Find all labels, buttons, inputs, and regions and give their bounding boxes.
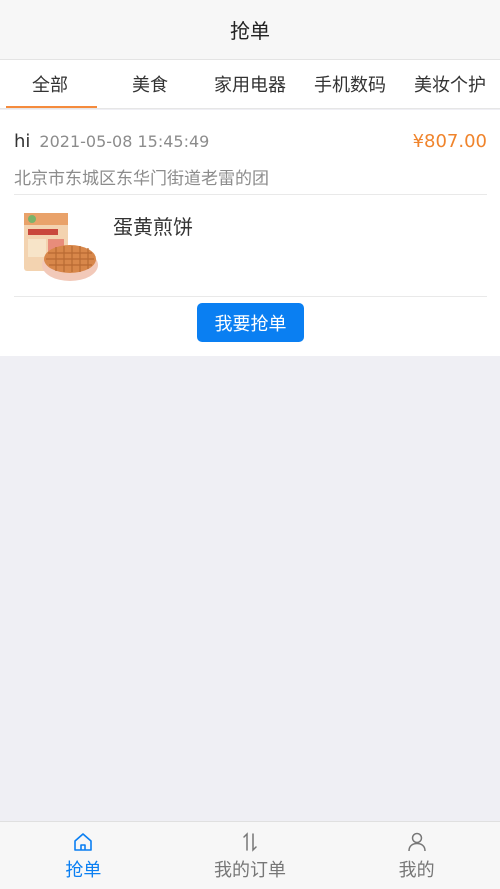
tabbar-item-my-orders[interactable]: 我的订单: [167, 822, 334, 889]
tab-label: 全部: [32, 75, 68, 96]
tab-beauty[interactable]: 美妆个护: [400, 60, 500, 108]
tabbar-item-grab[interactable]: 抢单: [0, 822, 167, 889]
user-icon: [405, 830, 429, 854]
category-tabs: 全部 美食 家用电器 手机数码 美妆个护: [0, 60, 500, 109]
order-meta: hi 2021-05-08 15:45:49 ¥807.00: [14, 128, 487, 154]
grab-order-button[interactable]: 我要抢单: [197, 303, 304, 342]
divider: [14, 296, 487, 297]
page-header: 抢单: [0, 0, 500, 60]
tabbar-label: 我的: [398, 860, 435, 881]
home-icon: [71, 830, 95, 854]
tab-all[interactable]: 全部: [0, 60, 100, 108]
product-name: 蛋黄煎饼: [113, 215, 193, 239]
bottom-tabbar: 抢单 我的订单 我的: [0, 821, 500, 889]
product-image: [22, 209, 100, 285]
tab-label: 家用电器: [214, 75, 286, 96]
page-title: 抢单: [230, 19, 270, 43]
tab-digital[interactable]: 手机数码: [300, 60, 400, 108]
tabbar-label: 抢单: [65, 860, 102, 881]
sort-arrows-icon: [238, 830, 262, 854]
order-card: hi 2021-05-08 15:45:49 ¥807.00 北京市东城区东华门…: [0, 110, 500, 356]
order-price: ¥807.00: [412, 130, 487, 152]
tabbar-label: 我的订单: [214, 860, 286, 881]
tab-label: 美妆个护: [414, 75, 486, 96]
tabbar-item-mine[interactable]: 我的: [333, 822, 500, 889]
tab-label: 手机数码: [314, 75, 386, 96]
tab-label: 美食: [132, 75, 168, 96]
order-user: hi: [14, 130, 31, 152]
order-address: 北京市东城区东华门街道老雷的团: [14, 169, 269, 189]
tab-appliances[interactable]: 家用电器: [200, 60, 300, 108]
tab-food[interactable]: 美食: [100, 60, 200, 108]
order-time: 2021-05-08 15:45:49: [39, 131, 210, 151]
divider: [14, 194, 487, 195]
